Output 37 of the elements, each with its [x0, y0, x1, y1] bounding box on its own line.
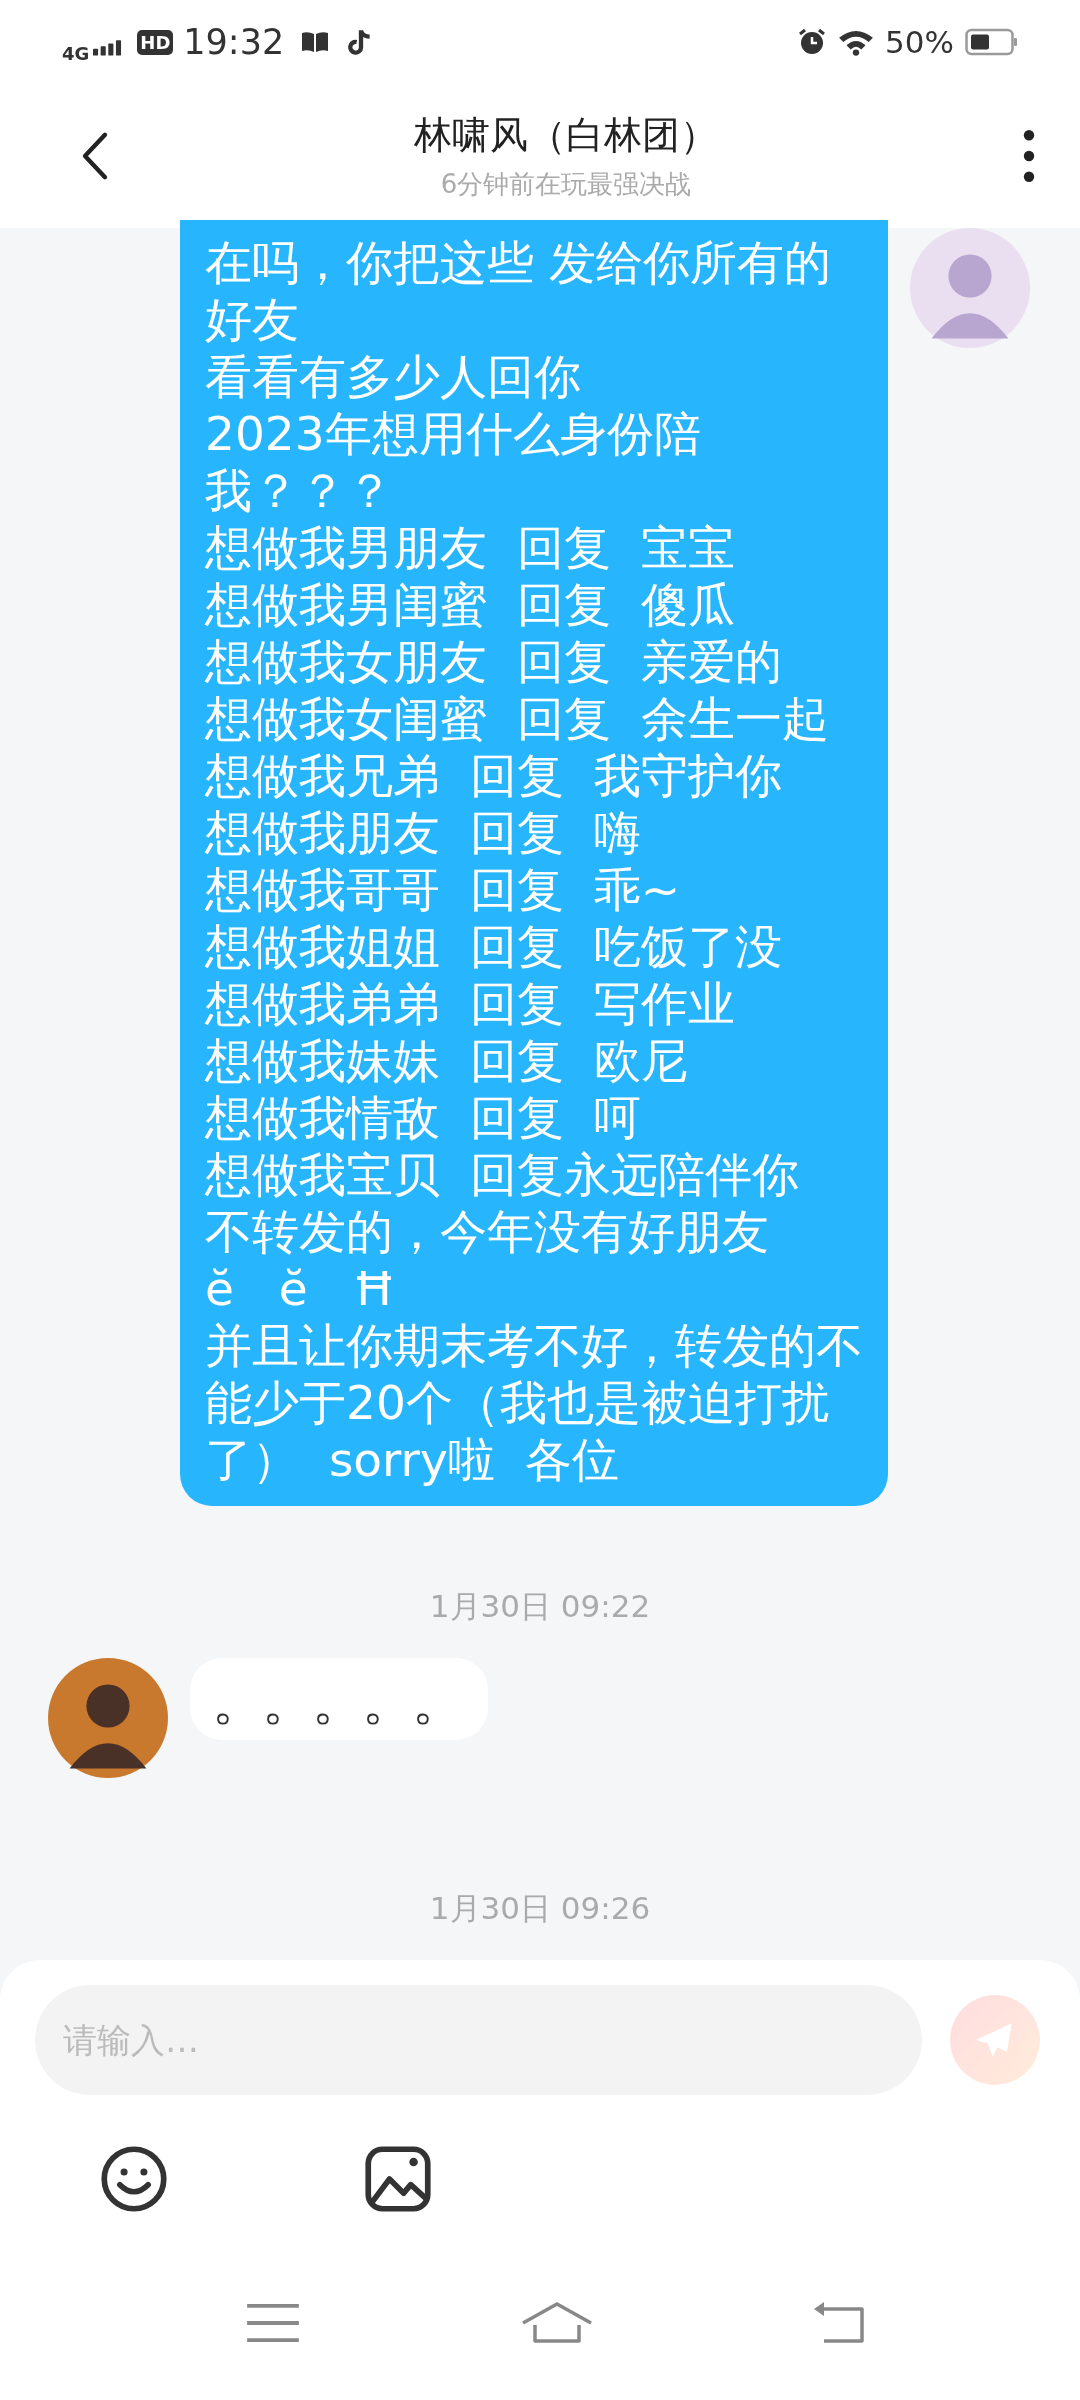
- emoji-icon[interactable]: [100, 2145, 168, 2213]
- image-icon[interactable]: [364, 2145, 432, 2213]
- message-line: 不转发的，今年没有好朋友: [205, 1203, 770, 1260]
- timestamp: 1月30日 09:26: [429, 1889, 651, 1928]
- battery-icon: [964, 28, 1020, 56]
- wifi-icon: [837, 28, 876, 56]
- back-icon[interactable]: [80, 131, 110, 181]
- message-line: 想做我姐姐 回复 吃饭了没: [205, 918, 783, 975]
- message-line: ĕ ĕ Ħ: [205, 1260, 397, 1317]
- battery-percent: 50%: [885, 24, 954, 60]
- message-line: 2023年想用什么身份陪我？？？: [205, 405, 702, 519]
- chat-subtitle: 6分钟前在玩最强决战: [440, 168, 692, 201]
- chat-title: 林啸风（白林团）: [414, 112, 718, 159]
- menu-icon[interactable]: [245, 2301, 301, 2345]
- home-icon[interactable]: [520, 2301, 593, 2345]
- message-line: 想做我朋友 回复 嗨: [205, 804, 642, 861]
- status-time: 19:32: [183, 22, 285, 62]
- message-line: 想做我妹妹 回复 欧尼: [205, 1032, 689, 1089]
- message-line: 在吗，你把这些 发给你所有的好友: [205, 234, 832, 348]
- message-line: 想做我宝贝 回复永远陪伴你: [205, 1146, 800, 1203]
- message-line: 想做我弟弟 回复 写作业: [205, 975, 736, 1032]
- message-line: 。。。。。: [212, 1676, 462, 1726]
- message-line: 想做我情敌 回复 呵: [205, 1089, 642, 1146]
- message-line: 想做我哥哥 回复 乖~: [205, 861, 682, 918]
- message-input[interactable]: 请输入…: [35, 1985, 922, 2095]
- message-line: 想做我兄弟 回复 我守护你: [205, 747, 783, 804]
- alarm-icon: [797, 28, 828, 56]
- hd-badge: HD: [137, 29, 174, 55]
- network-label: 4G: [62, 42, 90, 64]
- message-line: 看看有多少人回你: [205, 348, 582, 405]
- message-line: 并且让你期末考不好，转发的不能少于20个（我也是被迫打扰了） sorry啦 各位: [205, 1317, 864, 1488]
- message-line: 想做我男朋友 回复 宝宝: [205, 519, 736, 576]
- more-icon[interactable]: [1022, 129, 1036, 183]
- message-line: 想做我女闺蜜 回复 余生一起: [205, 690, 830, 747]
- message-line: 想做我女朋友 回复 亲爱的: [205, 633, 783, 690]
- timestamp: 1月30日 09:22: [429, 1587, 651, 1626]
- message-line: 想做我男闺蜜 回复 傻瓜: [205, 576, 736, 633]
